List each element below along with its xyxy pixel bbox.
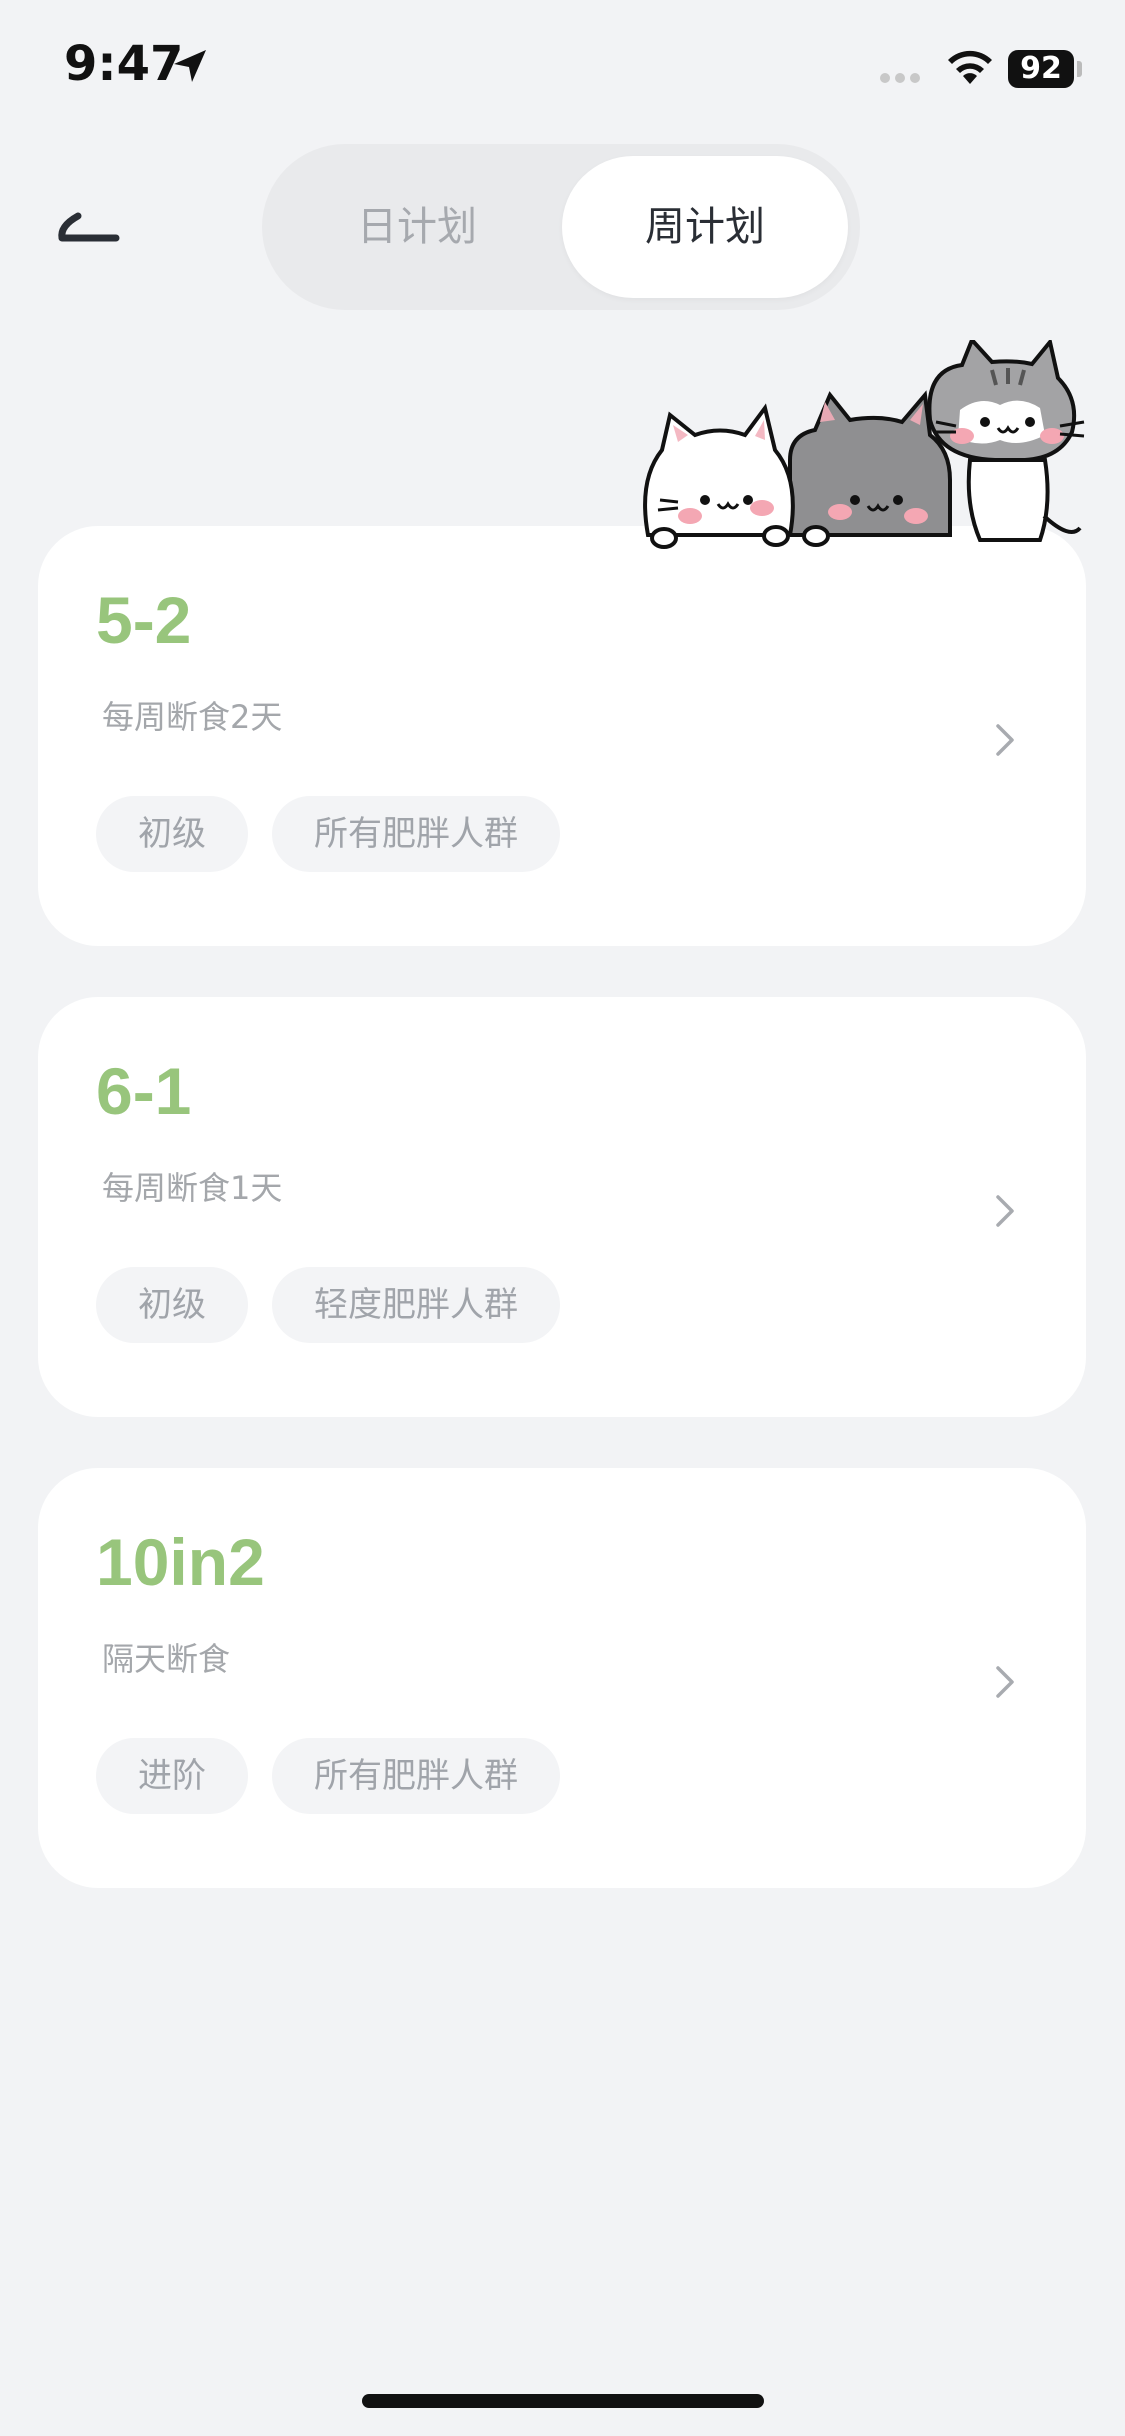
plan-card-10in2[interactable]: 10in2 隔天断食 进阶 所有肥胖人群: [38, 1468, 1086, 1888]
level-tag: 进阶: [96, 1738, 248, 1814]
battery-indicator: 92: [1008, 50, 1074, 88]
location-arrow-icon: [174, 50, 206, 82]
plan-description: 隔天断食: [102, 1640, 231, 1678]
signal-icon: [880, 73, 920, 83]
plan-description: 每周断食2天: [102, 698, 283, 736]
battery-level: 92: [1020, 51, 1062, 86]
wifi-icon: [948, 50, 992, 84]
audience-tag: 所有肥胖人群: [272, 1738, 560, 1814]
home-indicator[interactable]: [362, 2394, 764, 2408]
status-time: 9:47: [64, 36, 184, 92]
tab-week-plan[interactable]: 周计划: [562, 156, 848, 298]
plan-tags: 初级 轻度肥胖人群: [96, 1267, 560, 1343]
level-tag: 初级: [96, 796, 248, 872]
white-cat: [643, 403, 795, 537]
audience-tag: 所有肥胖人群: [272, 796, 560, 872]
back-icon[interactable]: [52, 198, 122, 258]
level-tag: 初级: [96, 1267, 248, 1343]
tab-day-plan[interactable]: 日计划: [274, 156, 560, 298]
plan-card-6-1[interactable]: 6-1 每周断食1天 初级 轻度肥胖人群: [38, 997, 1086, 1417]
battery-nub: [1077, 61, 1082, 77]
plan-card-5-2[interactable]: 5-2 每周断食2天 初级 所有肥胖人群: [38, 526, 1086, 946]
chevron-right-icon: [996, 724, 1014, 756]
plan-tags: 初级 所有肥胖人群: [96, 796, 560, 872]
plan-title: 10in2: [96, 1525, 265, 1599]
cats-illustration: [643, 340, 1085, 549]
plan-tags: 进阶 所有肥胖人群: [96, 1738, 560, 1814]
chevron-right-icon: [996, 1195, 1014, 1227]
plan-type-segment: 日计划 周计划: [262, 144, 860, 310]
plan-title: 5-2: [96, 583, 192, 657]
chevron-right-icon: [996, 1666, 1014, 1698]
status-bar: 9:47 92: [0, 0, 1125, 140]
audience-tag: 轻度肥胖人群: [272, 1267, 560, 1343]
plan-description: 每周断食1天: [102, 1169, 283, 1207]
plan-title: 6-1: [96, 1054, 192, 1128]
